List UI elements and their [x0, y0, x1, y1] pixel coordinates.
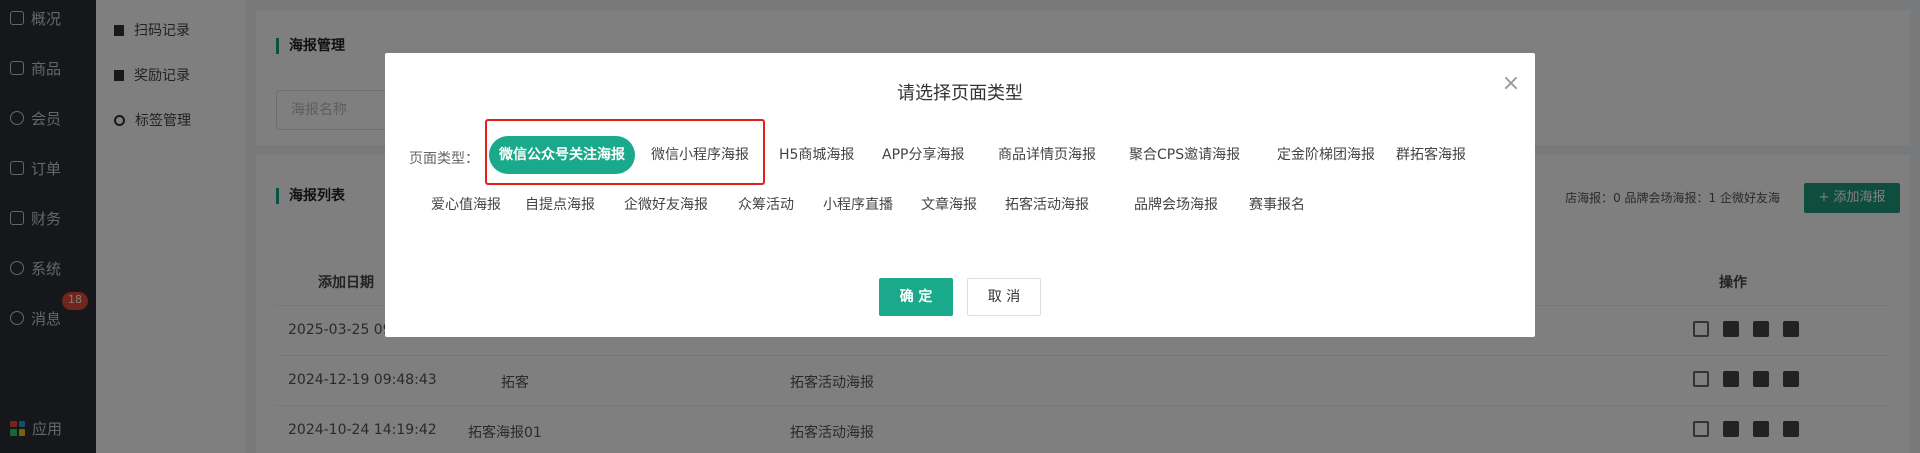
- option-pickup-point-poster[interactable]: 自提点海报: [515, 186, 605, 224]
- option-expand-activity-poster[interactable]: 拓客活动海报: [995, 186, 1099, 224]
- option-group-expand-poster[interactable]: 群拓客海报: [1386, 136, 1476, 174]
- page-type-modal: 请选择页面类型 × 页面类型： 微信公众号关注海报 微信小程序海报 H5商城海报…: [385, 53, 1535, 337]
- confirm-button[interactable]: 确 定: [879, 278, 953, 316]
- option-event-signup[interactable]: 赛事报名: [1239, 186, 1315, 224]
- option-product-detail-poster[interactable]: 商品详情页海报: [988, 136, 1106, 174]
- page-type-label: 页面类型：: [409, 151, 479, 167]
- option-cps-invite-poster[interactable]: 聚合CPS邀请海报: [1119, 136, 1250, 174]
- option-h5-mall-poster[interactable]: H5商城海报: [769, 136, 864, 174]
- option-wechat-official-poster[interactable]: 微信公众号关注海报: [489, 136, 635, 174]
- option-wechat-miniprogram-poster[interactable]: 微信小程序海报: [641, 136, 759, 174]
- option-app-share-poster[interactable]: APP分享海报: [872, 136, 974, 174]
- option-crowdfunding[interactable]: 众筹活动: [728, 186, 804, 224]
- modal-title: 请选择页面类型: [897, 83, 1023, 104]
- option-deposit-tier-poster[interactable]: 定金阶梯团海报: [1267, 136, 1385, 174]
- option-brand-venue-poster[interactable]: 品牌会场海报: [1124, 186, 1228, 224]
- cancel-button[interactable]: 取 消: [967, 278, 1041, 316]
- option-love-value-poster[interactable]: 爱心值海报: [421, 186, 511, 224]
- option-article-poster[interactable]: 文章海报: [911, 186, 987, 224]
- close-icon[interactable]: ×: [1500, 73, 1522, 95]
- option-wecom-friend-poster[interactable]: 企微好友海报: [614, 186, 718, 224]
- option-miniprogram-live[interactable]: 小程序直播: [813, 186, 903, 224]
